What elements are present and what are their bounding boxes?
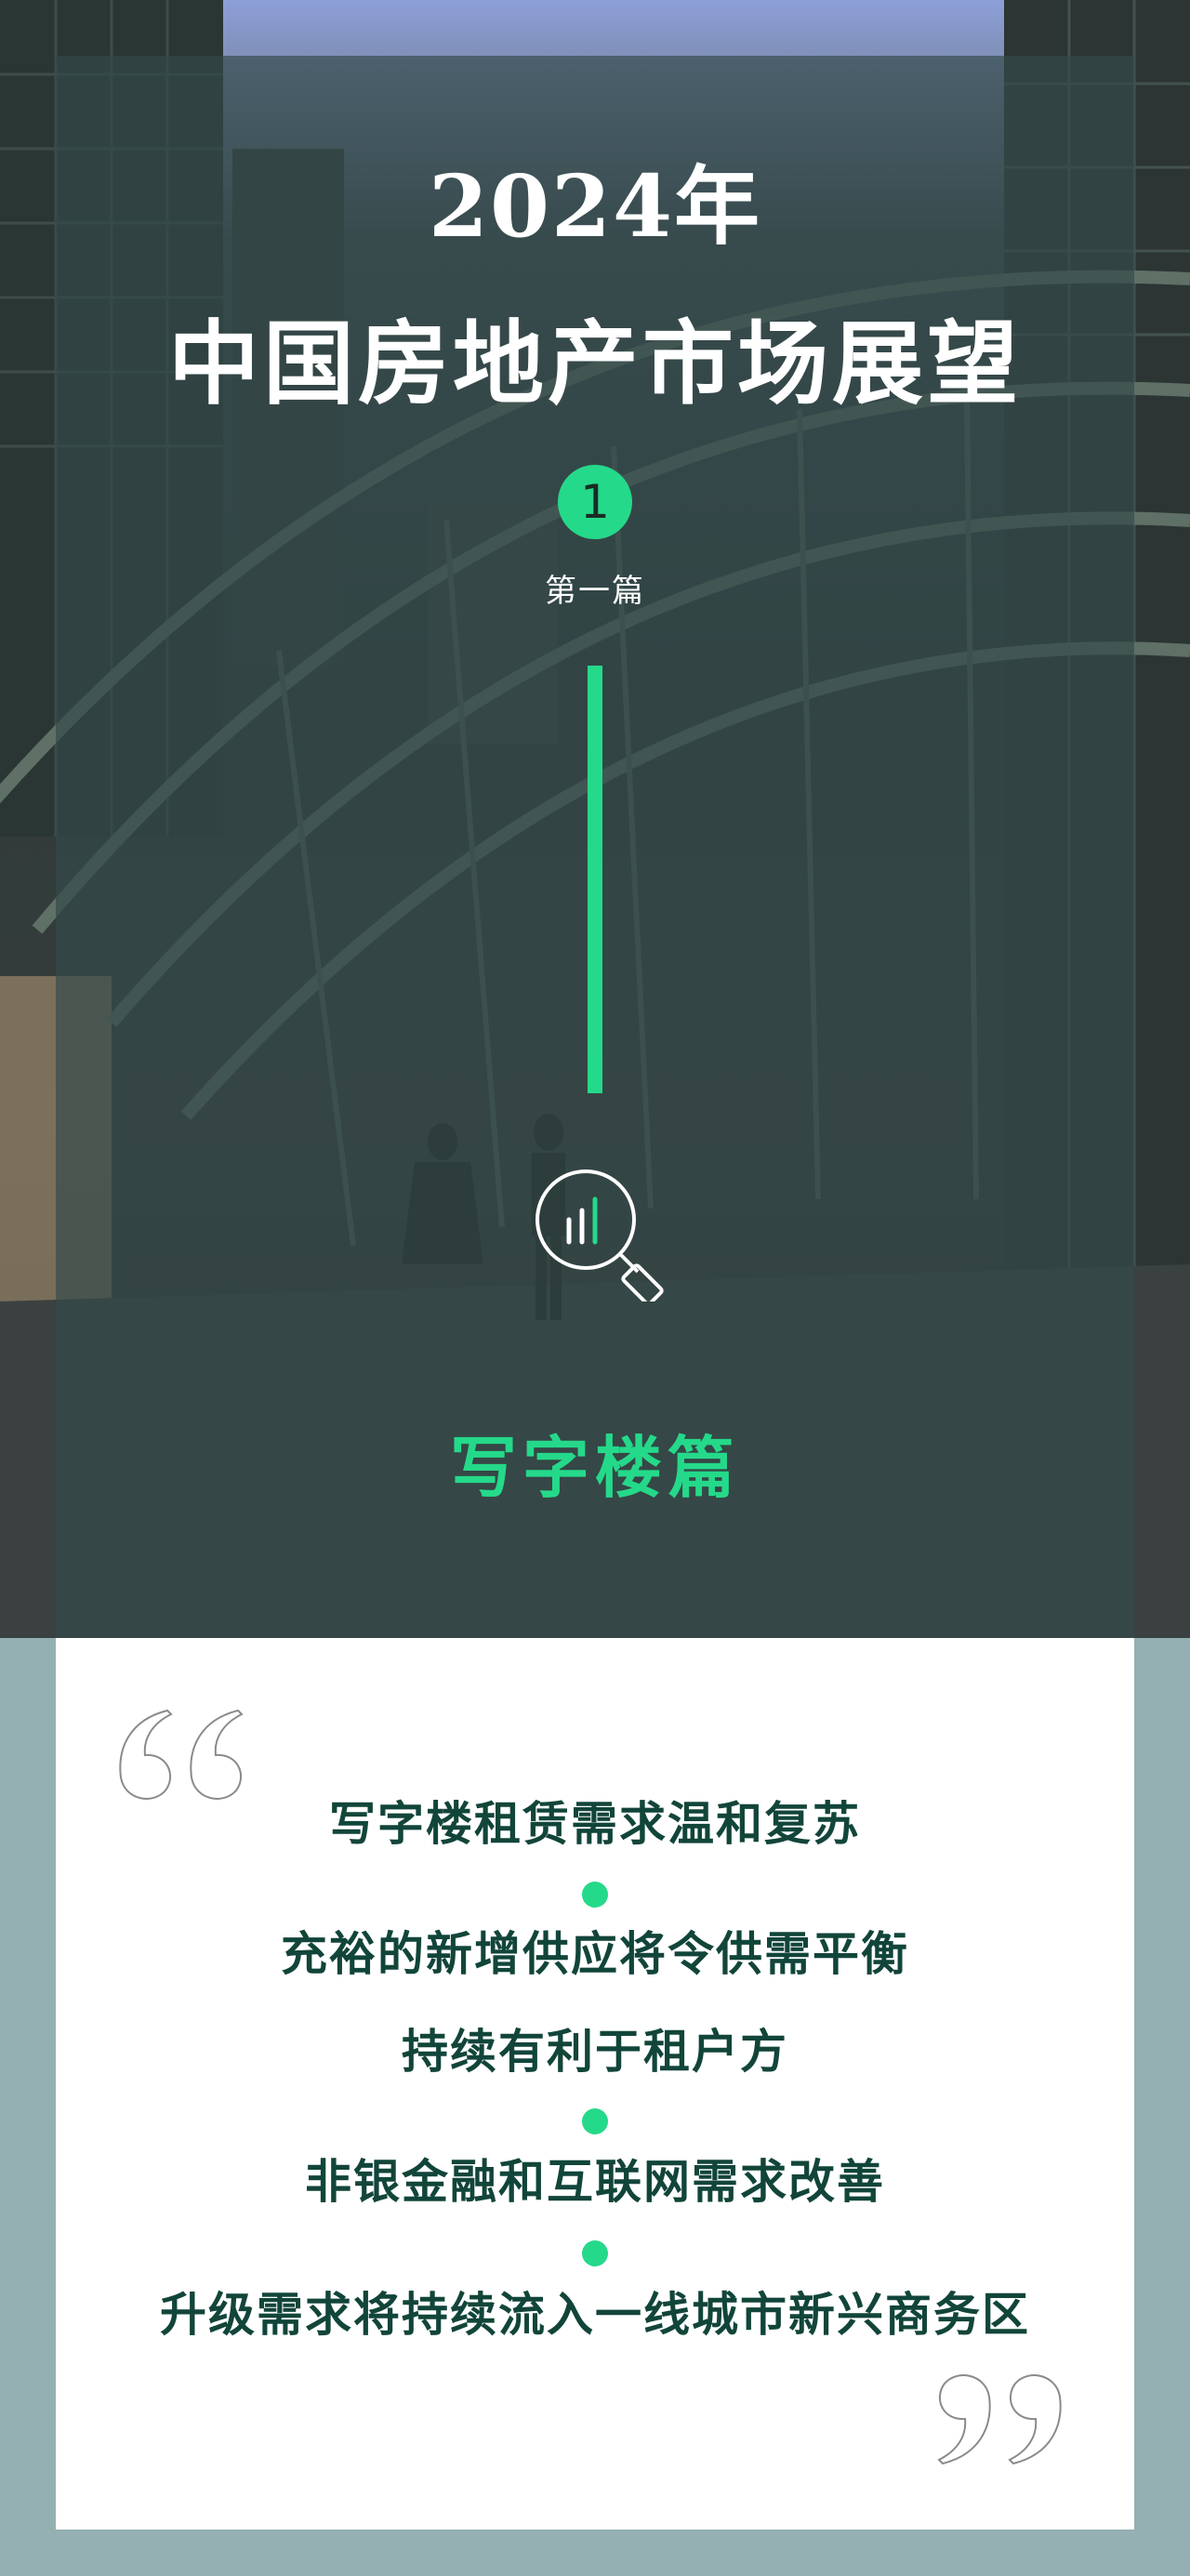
- bullet-dot: [582, 2108, 608, 2134]
- key-points-card: 写字楼租赁需求温和复苏 充裕的新增供应将令供需平衡 持续有利于租户方 非银金融和…: [56, 1638, 1134, 2530]
- key-point-1: 写字楼租赁需求温和复苏: [329, 1796, 861, 1851]
- vertical-accent-bar: [588, 666, 602, 1093]
- quote-close-icon: [937, 2374, 1062, 2465]
- key-point-3: 持续有利于租户方: [402, 2024, 788, 2079]
- bullet-dot: [582, 1882, 608, 1908]
- key-point-4: 非银金融和互联网需求改善: [305, 2154, 885, 2209]
- chart-search-icon: [536, 1169, 664, 1301]
- key-point-5: 升级需求将持续流入一线城市新兴商务区: [160, 2287, 1030, 2342]
- part-number: 1: [580, 475, 610, 529]
- section-title: 写字楼篇: [449, 1428, 740, 1507]
- main-title: 中国房地产市场展望: [167, 310, 1022, 417]
- key-point-2: 充裕的新增供应将令供需平衡: [281, 1926, 909, 1981]
- year-title: 2024年: [428, 156, 762, 257]
- bullet-dot: [582, 2240, 608, 2266]
- part-number-badge: 1: [558, 465, 632, 539]
- part-label: 第一篇: [545, 573, 645, 610]
- title-panel: 2024年 中国房地产市场展望 1 第一篇 写字楼篇: [56, 56, 1134, 1638]
